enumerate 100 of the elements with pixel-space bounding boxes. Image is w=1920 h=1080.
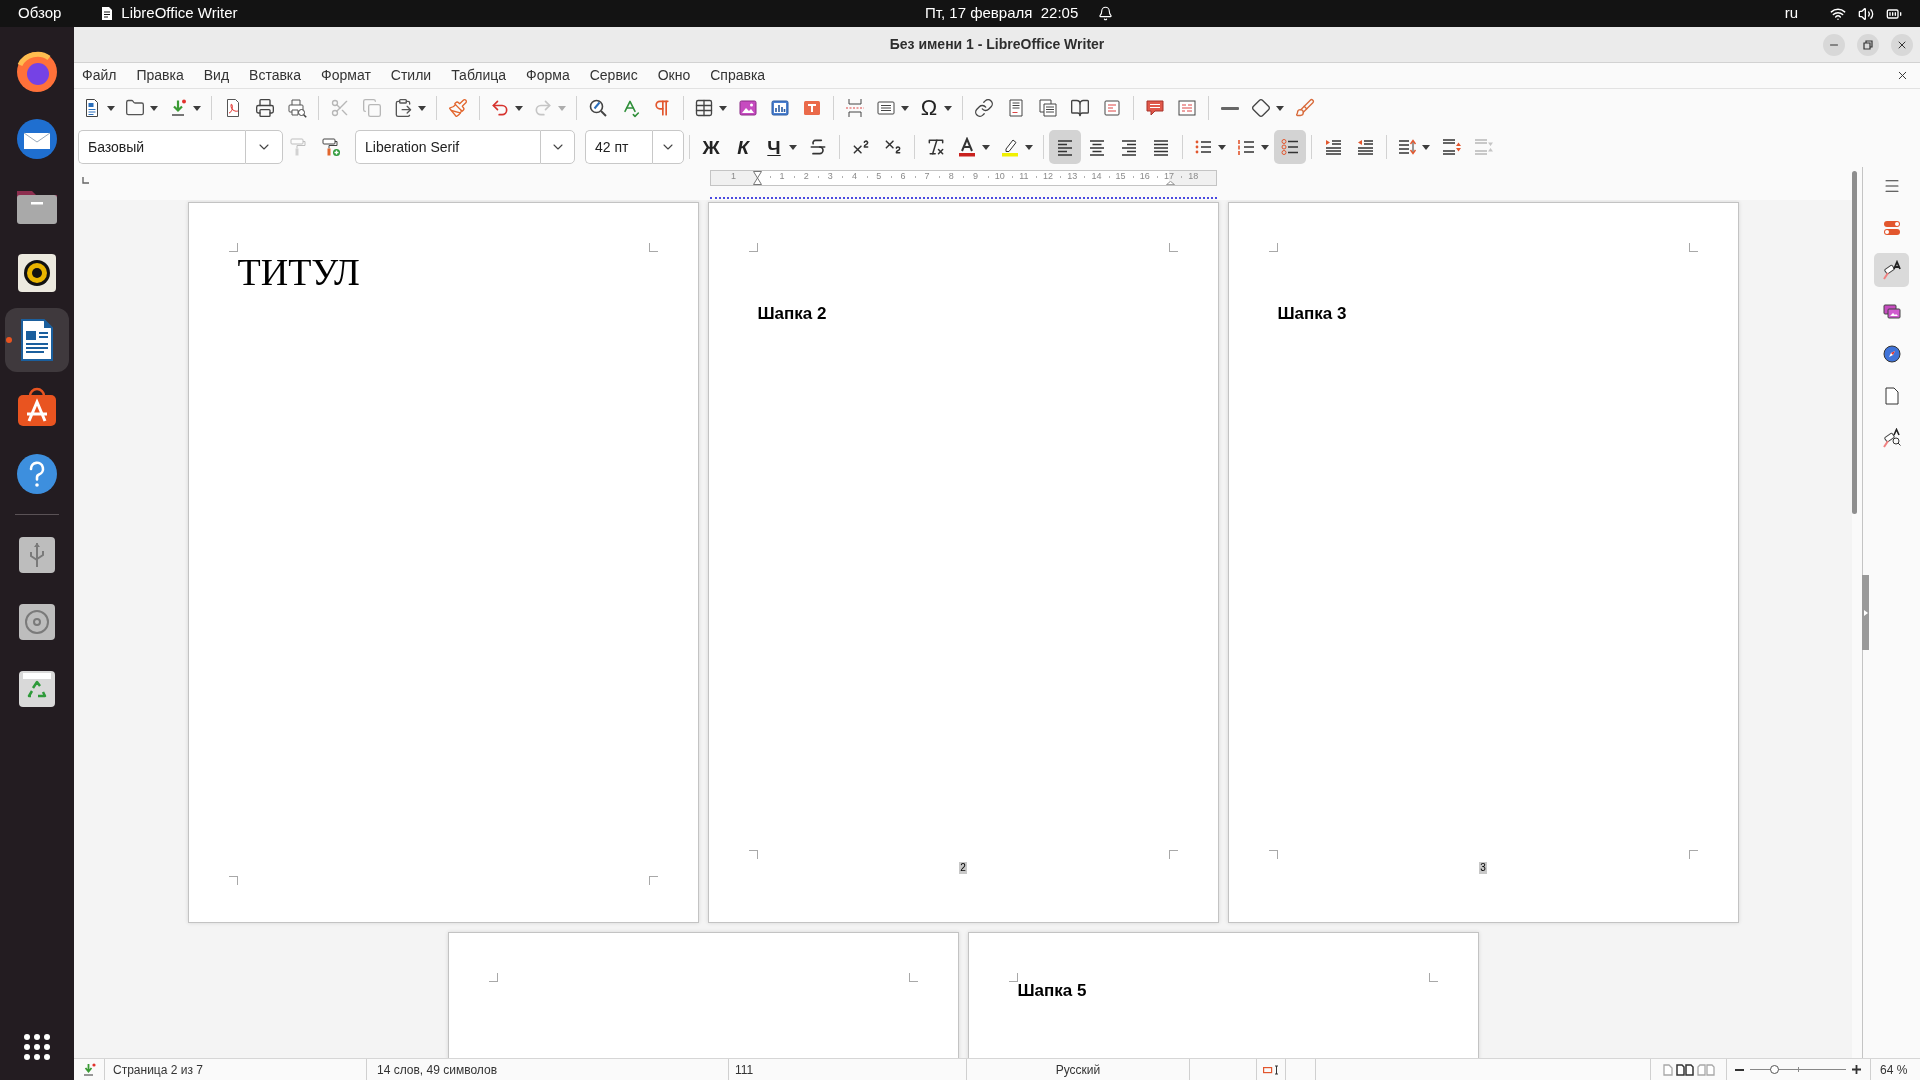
plus-icon [1852, 1065, 1861, 1074]
page-number: 3 [1479, 862, 1487, 874]
corner-mark-icon [1688, 850, 1698, 859]
line-icon [1221, 106, 1239, 110]
activities-button[interactable]: Обзор [0, 0, 80, 27]
menu-item[interactable]: Вставка [243, 63, 308, 88]
clear-formatting-icon [926, 137, 946, 157]
page-heading: Шапка 3 [1277, 304, 1347, 323]
page-heading: Шапка 2 [757, 304, 827, 323]
ruler-number: 5 [876, 171, 882, 181]
scrollbar-thumb[interactable] [1852, 171, 1857, 514]
line-spacing-icon [1397, 137, 1417, 157]
ruler-number: 1 [779, 171, 785, 181]
table-icon [694, 98, 714, 118]
menu-item[interactable]: Формат [315, 63, 377, 88]
italic-button[interactable]: К [727, 130, 759, 164]
strikethrough-icon [808, 137, 828, 157]
tab-stop-icon[interactable] [82, 177, 89, 184]
menu-icon [1882, 177, 1901, 195]
view-layout-button[interactable] [1675, 1062, 1694, 1077]
underline-button[interactable]: Ч [759, 130, 802, 164]
app-menu-button[interactable]: LibreOffice Writer [101, 0, 238, 27]
align-left-icon [1055, 137, 1075, 157]
download-arrow-icon [82, 1063, 96, 1076]
page-number: 2 [959, 862, 967, 874]
text-box-icon [802, 98, 822, 118]
indent-increase-icon [1323, 137, 1343, 157]
menu-item[interactable]: Стили [384, 63, 438, 88]
styles-tab[interactable] [1874, 253, 1909, 287]
menu-item[interactable]: Справка [704, 63, 772, 88]
language[interactable]: Русский [1055, 1060, 1101, 1079]
document-icon [101, 6, 114, 21]
paint-roller-plus-icon [321, 137, 341, 157]
indent-marker-icon[interactable] [1165, 181, 1175, 185]
menu-item[interactable]: Вид [197, 63, 236, 88]
page-count: Страница 2 из 7 [113, 1061, 203, 1079]
zoom-slider-thumb[interactable] [1770, 1065, 1780, 1074]
toggles-icon [1881, 218, 1902, 238]
selection-mode-icon [1262, 1064, 1280, 1075]
corner-mark-icon [1428, 973, 1438, 982]
ruler-number: 13 [1067, 171, 1078, 181]
spacing-decrease-icon [1473, 137, 1493, 157]
ruler-number: 10 [994, 171, 1005, 181]
bell-icon [1098, 6, 1114, 21]
track-changes-icon [1177, 98, 1197, 118]
bold-button[interactable]: Ж [695, 130, 727, 164]
highlighter-icon [1000, 137, 1020, 157]
menu-item[interactable]: Правка [130, 63, 190, 88]
menu-item[interactable]: Файл [76, 63, 123, 88]
corner-mark-icon [648, 876, 658, 885]
menu-item[interactable]: Окно [651, 63, 697, 88]
corner-mark-icon [1008, 973, 1018, 982]
clock-button[interactable]: Пт, 17 февраля 22:05 [925, 0, 1114, 27]
ruler-number: 3 [827, 171, 833, 181]
corner-mark-icon [1168, 850, 1178, 859]
corner-mark-icon [1268, 243, 1278, 252]
word-count: 14 слов, 49 символов [377, 1061, 497, 1079]
ruler-number: 18 [1188, 171, 1199, 181]
menu-item[interactable]: Сервис [583, 63, 644, 88]
pilcrow-icon [652, 98, 672, 118]
close-button[interactable] [1891, 33, 1913, 56]
spacing-increase-icon [1441, 137, 1461, 157]
corner-mark-icon [228, 876, 238, 885]
special-character-button[interactable]: Ω [914, 92, 957, 124]
subscript-icon [883, 137, 903, 157]
indent-marker-icon[interactable] [753, 171, 763, 185]
paint-roller-icon [1881, 260, 1902, 280]
menu-item[interactable]: Форма [520, 63, 576, 88]
sidebar-collapse-handle[interactable] [1862, 575, 1869, 650]
diamond-icon [1251, 98, 1271, 118]
comment-icon [1145, 98, 1165, 118]
corner-mark-icon [228, 243, 238, 252]
clipboard-icon [393, 98, 413, 118]
zoom-percent[interactable]: 64 % [1880, 1060, 1908, 1079]
ruler[interactable]: 1 1 2 3 4 5 6 7 8 9 10 11 12 13 14 15 16 17 18 [709, 170, 1217, 186]
app-launcher-button[interactable] [5, 308, 69, 372]
restore-button[interactable] [1857, 33, 1879, 56]
outline-list-icon [1280, 137, 1300, 157]
search-icon [588, 98, 608, 118]
ruler-number: 2 [803, 171, 809, 181]
keyboard-layout-button[interactable]: ru [1774, 0, 1808, 27]
minimize-button[interactable] [1823, 33, 1845, 56]
ruler-number: 17 [1163, 171, 1174, 181]
paragraph-style-field[interactable]: Базовый [78, 130, 245, 164]
superscript-icon [851, 137, 871, 157]
corner-mark-icon [748, 850, 758, 859]
align-left-button[interactable] [1049, 130, 1081, 164]
font-name-field[interactable]: Liberation Serif [355, 130, 540, 164]
outline-button[interactable] [1274, 130, 1306, 164]
footnote-icon [1006, 98, 1026, 118]
zoom-slider[interactable] [1750, 1065, 1846, 1074]
align-justify-icon [1151, 137, 1171, 157]
font-size-field[interactable]: 42 пт [585, 130, 652, 164]
ruler-number: 12 [1043, 171, 1054, 181]
field-icon [876, 98, 896, 118]
corner-mark-icon [1688, 243, 1698, 252]
folder-icon [125, 98, 145, 118]
zoom-in-button[interactable] [1852, 1065, 1861, 1074]
menu-item[interactable]: Таблица [445, 63, 513, 88]
printer-icon [255, 98, 275, 118]
